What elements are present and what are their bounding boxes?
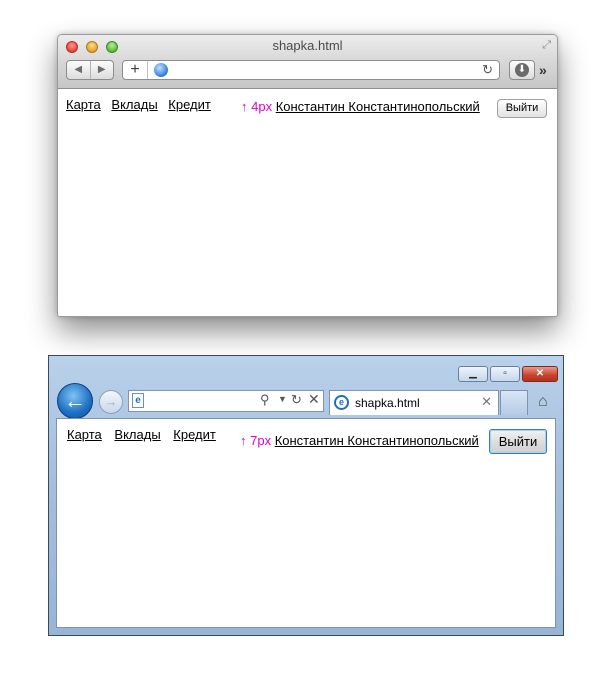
forward-button[interactable]: → <box>99 390 123 414</box>
home-icon[interactable]: ⌂ <box>538 393 548 411</box>
user-name-link[interactable]: Константин Константинопольский <box>275 433 479 448</box>
back-icon[interactable]: ◀ <box>67 61 91 79</box>
back-button[interactable]: ← <box>57 383 93 419</box>
user-block: ↑ 4px Константин Константинопольский <box>241 99 480 114</box>
nav-link-karta[interactable]: Карта <box>67 427 102 442</box>
download-icon: ⬇ <box>515 63 529 77</box>
minimize-window-button[interactable]: ▁ <box>458 366 488 382</box>
header-nav: Карта Вклады Кредит <box>67 427 225 442</box>
ie-window: ▁ ▫ ✕ ← → e ⚲ ▼ ↻ ✕ e shapka.html ✕ ⌂ Ка… <box>48 355 564 636</box>
dropdown-icon[interactable]: ▼ <box>278 394 287 404</box>
maximize-window-button[interactable]: ▫ <box>490 366 520 382</box>
offset-note: ↑ 7px <box>240 433 272 448</box>
ie-logo-icon: e <box>334 395 349 410</box>
search-icon[interactable]: ⚲ <box>260 392 270 408</box>
nav-link-kredit[interactable]: Кредит <box>173 427 216 442</box>
user-name-link[interactable]: Константин Константинопольский <box>276 99 480 114</box>
fullscreen-icon[interactable]: ⤢ <box>542 39 551 52</box>
offset-note: ↑ 4px <box>241 99 273 114</box>
window-title: shapka.html <box>272 38 343 53</box>
nav-link-karta[interactable]: Карта <box>66 97 101 112</box>
url-input[interactable] <box>175 62 465 78</box>
close-icon: ✕ <box>535 368 545 379</box>
tab-label: shapka.html <box>355 396 420 410</box>
logout-button[interactable]: Выйти <box>489 429 547 454</box>
minimize-icon: ▁ <box>469 368 477 379</box>
header-nav: Карта Вклады Кредит <box>66 97 218 112</box>
stop-icon[interactable]: ✕ <box>308 391 320 408</box>
forward-icon[interactable]: ▶ <box>91 61 114 79</box>
close-window-button[interactable]: ✕ <box>522 366 558 382</box>
page-content: Карта Вклады Кредит ↑ 4px Константин Кон… <box>58 89 557 316</box>
forward-icon: → <box>104 394 118 409</box>
address-bar: + ↻ <box>122 60 500 80</box>
address-bar: e ⚲ ▼ ↻ ✕ <box>128 390 324 412</box>
reload-icon[interactable]: ↻ <box>482 62 493 78</box>
tab-shapka[interactable]: e shapka.html ✕ <box>329 390 499 415</box>
logout-button[interactable]: Выйти <box>497 99 547 118</box>
back-forward-group: ◀ ▶ <box>66 60 114 80</box>
safari-toolbar: shapka.html ⤢ ◀ ▶ + ↻ ⬇ » <box>58 35 557 89</box>
page-icon: e <box>132 393 144 408</box>
nav-link-kredit[interactable]: Кредит <box>168 97 211 112</box>
maximize-icon: ▫ <box>503 368 507 379</box>
safari-window: shapka.html ⤢ ◀ ▶ + ↻ ⬇ » Карта Вклады К… <box>57 34 558 317</box>
user-block: ↑ 7px Константин Константинопольский <box>240 433 479 448</box>
refresh-icon[interactable]: ↻ <box>291 392 302 408</box>
page-content: Карта Вклады Кредит ↑ 7px Константин Кон… <box>56 418 556 628</box>
back-icon: ← <box>64 388 86 413</box>
download-button[interactable]: ⬇ <box>509 60 535 80</box>
plus-icon[interactable]: + <box>123 61 148 79</box>
nav-link-vklady[interactable]: Вклады <box>111 97 157 112</box>
url-input[interactable] <box>148 393 258 409</box>
more-icon[interactable]: » <box>539 62 547 78</box>
globe-icon <box>154 63 168 77</box>
nav-link-vklady[interactable]: Вклады <box>114 427 160 442</box>
tab-close-icon[interactable]: ✕ <box>481 394 492 410</box>
new-tab-button[interactable] <box>500 390 528 415</box>
